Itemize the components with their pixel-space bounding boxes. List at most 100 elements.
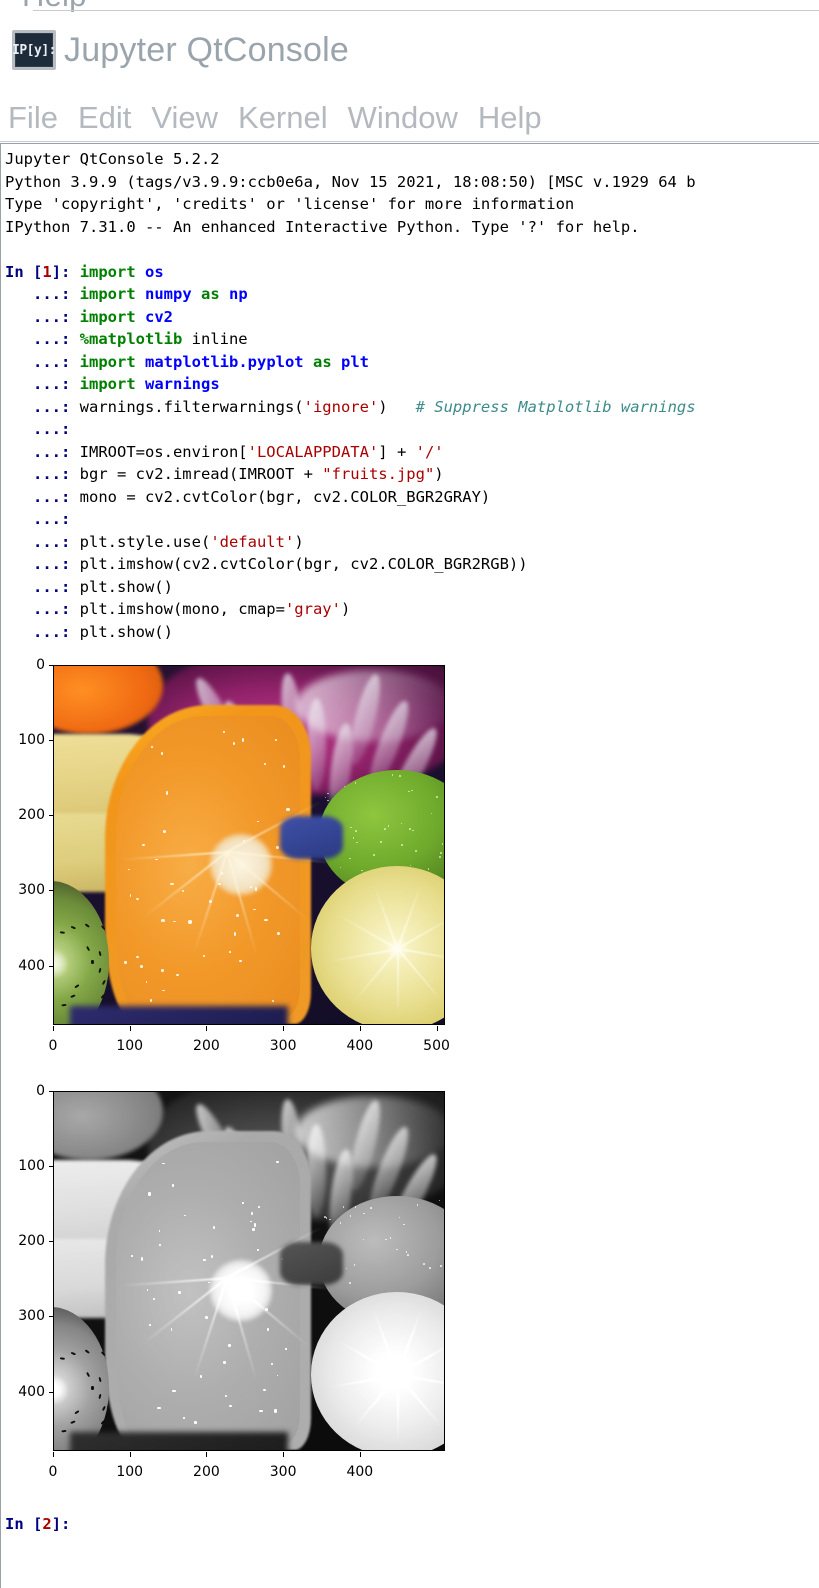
code-token-plain: ] + (378, 443, 415, 461)
y-tick-mark (49, 1392, 53, 1393)
y-tick-mark (49, 815, 53, 816)
x-tick-label: 400 (346, 1461, 373, 1484)
code-line: ...: plt.imshow(mono, cmap='gray') (5, 598, 819, 621)
prompt-number: 1 (42, 263, 51, 281)
top-divider (33, 10, 819, 11)
y-tick-label: 100 (0, 729, 45, 752)
continuation-prompt: ...: (5, 578, 80, 596)
x-tick-label: 400 (346, 1035, 373, 1058)
code-token-plain (136, 353, 145, 371)
lime-pore (355, 830, 357, 832)
console-output-area[interactable]: Jupyter QtConsole 5.2.2 Python 3.9.9 (tag… (0, 143, 819, 1588)
menu-item-help[interactable]: Help (476, 102, 544, 133)
lime-pore (406, 1251, 408, 1253)
blank-line (5, 238, 819, 261)
code-token-kw: import (80, 308, 136, 326)
code-line: ...: (5, 418, 819, 441)
orange-specular (255, 887, 257, 890)
continuation-prompt: ...: (5, 330, 80, 348)
continuation-prompt: ...: (5, 600, 80, 618)
menu-item-edit[interactable]: Edit (76, 102, 133, 133)
orange-specular (147, 1289, 148, 1291)
code-line: ...: bgr = cv2.imread(IMROOT + "fruits.j… (5, 463, 819, 486)
code-token-plain (136, 375, 145, 393)
y-tick-mark (49, 1166, 53, 1167)
x-tick-mark (283, 1026, 284, 1031)
continuation-prompt: ...: (5, 488, 80, 506)
orange-specular (194, 1421, 197, 1423)
blue-cloth-bottom (70, 1432, 288, 1450)
x-tick-mark (283, 1452, 284, 1457)
y-tick-mark (49, 1091, 53, 1092)
code-token-plain: ) (434, 465, 443, 483)
code-token-str: 'default' (210, 533, 294, 551)
blue-plate (280, 1242, 342, 1285)
code-token-kw: import (80, 375, 136, 393)
orange-specular (148, 1192, 151, 1196)
lime-pore (327, 793, 329, 795)
x-tick-label: 100 (116, 1461, 143, 1484)
lime-pore (440, 1265, 442, 1267)
orange-specular (250, 886, 252, 888)
code-token-str: "fruits.jpg" (322, 465, 434, 483)
x-tick-mark (360, 1026, 361, 1031)
menu-item-kernel[interactable]: Kernel (236, 102, 330, 133)
x-tick-label: 200 (193, 1035, 220, 1058)
orange-specular (141, 1257, 144, 1261)
title-bar: IP[y]: Jupyter QtConsole (0, 12, 819, 88)
lime-pore (384, 828, 386, 830)
lime-pore (399, 775, 401, 777)
code-line: ...: warnings.filterwarnings('ignore') #… (5, 396, 819, 419)
orange-specular (161, 969, 164, 972)
menu-item-view[interactable]: View (149, 102, 220, 133)
continuation-prompt: ...: (5, 510, 80, 528)
y-tick-label: 300 (0, 879, 45, 902)
orange-specular (157, 1407, 160, 1409)
code-line: ...: import matplotlib.pyplot as plt (5, 351, 819, 374)
code-token-name: np (229, 285, 248, 303)
menu-item-window[interactable]: Window (346, 102, 460, 133)
ipython-logo-glyph: IP[y]: (12, 44, 56, 57)
prompt-label: In (5, 1515, 33, 1533)
x-tick-mark (206, 1026, 207, 1031)
code-token-kw: import (80, 353, 136, 371)
orange-specular (183, 1417, 185, 1419)
lime-pore (411, 790, 413, 792)
banner-text: Jupyter QtConsole 5.2.2 (5, 150, 220, 168)
y-tick-mark (49, 890, 53, 891)
blue-cloth-bottom (70, 1006, 288, 1024)
lemon-core (386, 1364, 409, 1385)
y-tick-mark (49, 740, 53, 741)
orange-specular (170, 883, 173, 885)
lime-pore (370, 1207, 372, 1209)
ipython-logo-icon: IP[y]: (12, 30, 56, 70)
code-line: ...: plt.show() (5, 621, 819, 644)
lime-pore (356, 842, 358, 844)
continuation-prompt: ...: (5, 623, 80, 641)
orange-specular (254, 1225, 256, 1227)
cabbage-highlight (296, 1096, 444, 1168)
orange-specular (131, 1255, 133, 1258)
code-token-comment: # Suppress Matplotlib warnings (416, 398, 696, 416)
banner-line: IPython 7.31.0 -- An enhanced Interactiv… (5, 216, 819, 239)
code-token-str: '/' (416, 443, 444, 461)
figure-gray-axes (53, 1091, 445, 1451)
continuation-prompt: ...: (5, 375, 80, 393)
prompt-in-2[interactable]: In [2]: (5, 1513, 819, 1536)
orange-specular (188, 920, 191, 923)
orange-specular (277, 932, 280, 935)
y-tick-mark (49, 1241, 53, 1242)
orange-specular (251, 1212, 252, 1215)
lime-pore (417, 1204, 419, 1206)
y-tick-label: 200 (0, 1230, 45, 1253)
lime-pore (327, 800, 329, 802)
lime-pore (403, 1224, 405, 1226)
code-token-plain (136, 285, 145, 303)
continuation-prompt: ...: (5, 398, 80, 416)
menu-item-file[interactable]: File (6, 102, 60, 133)
x-tick-mark (130, 1452, 131, 1457)
code-token-plain (192, 285, 201, 303)
x-tick-mark (206, 1452, 207, 1457)
code-token-plain (332, 353, 341, 371)
code-token-name: cv2 (145, 308, 173, 326)
